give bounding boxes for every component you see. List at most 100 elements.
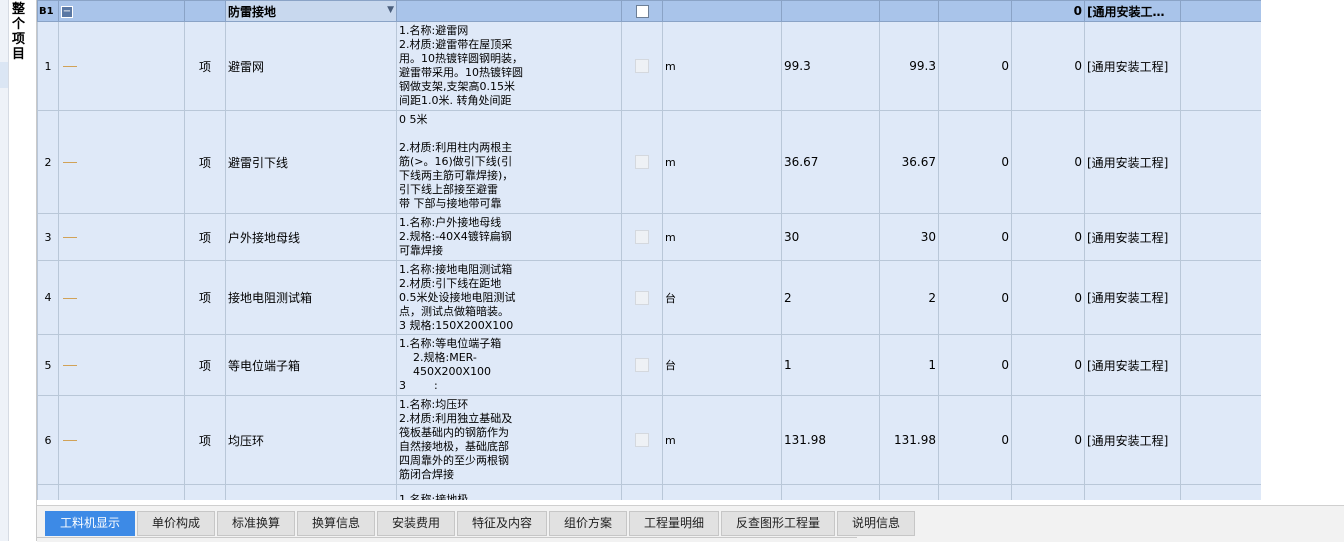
row-qty-expr[interactable]: 99.3	[781, 21, 880, 111]
row-index: 6	[37, 395, 59, 485]
table-row[interactable]: 4 项 接地电阻测试箱 1.名称:接地电阻测试箱 2.材质:引下线在距地 0.5…	[37, 260, 1261, 335]
row-name[interactable]: 避雷引下线	[225, 110, 397, 214]
row-qty: 36.67	[879, 110, 939, 214]
row-unit[interactable]: m	[662, 110, 782, 214]
tree-line-icon	[63, 237, 77, 238]
row-value-2: 0	[1011, 21, 1085, 111]
row-checkbox[interactable]	[635, 230, 649, 245]
row-value-1: 0	[938, 395, 1012, 485]
collapse-icon[interactable]: −	[61, 5, 73, 18]
row-category	[1084, 484, 1181, 500]
row-value-2: 0	[1011, 395, 1085, 485]
row-unit[interactable]: m	[662, 213, 782, 261]
row-unit[interactable]: m	[662, 395, 782, 485]
row-name[interactable]: 接地电阻测试箱	[225, 260, 397, 335]
table-row[interactable]: 2 项 避雷引下线 0 5米 2.材质:利用柱内两根主 筋(>。16)做引下线(…	[37, 110, 1261, 214]
tab-unit-price[interactable]: 单价构成	[137, 511, 215, 536]
table-row[interactable]: 6 项 均压环 1.名称:均压环 2.材质:利用独立基础及 筏板基础内的钢筋作为…	[37, 395, 1261, 485]
tab-pricing-scheme[interactable]: 组价方案	[549, 511, 627, 536]
row-description[interactable]: 1.名称:均压环 2.材质:利用独立基础及 筏板基础内的钢筋作为 自然接地极，基…	[396, 395, 622, 485]
row-type: 项	[184, 21, 226, 111]
row-index: 4	[37, 260, 59, 335]
row-unit[interactable]: 台	[662, 334, 782, 396]
row-value-1: 0	[938, 110, 1012, 214]
tab-standard-conversion[interactable]: 标准换算	[217, 511, 295, 536]
row-value-2: 0	[1011, 260, 1085, 335]
row-name[interactable]: 均压环	[225, 395, 397, 485]
left-strip	[0, 0, 9, 541]
row-description[interactable]: 1.名称:接地极	[396, 484, 622, 500]
group-header-row[interactable]: B1 − 防雷接地 ▼ 0 [通用安装工…	[37, 0, 1261, 22]
row-qty: 99.3	[879, 21, 939, 111]
row-name[interactable]: 避雷网	[225, 21, 397, 111]
row-checkbox[interactable]	[635, 155, 649, 170]
row-checkbox[interactable]	[635, 433, 649, 448]
bottom-tab-bar: 工料机显示 单价构成 标准换算 换算信息 安装费用 特征及内容 组价方案 工程量…	[37, 505, 1344, 542]
row-description[interactable]: 1.名称:接地电阻测试箱 2.材质:引下线在距地 0.5米处设接地电阻测试 点，…	[396, 260, 622, 335]
row-type: 项	[184, 260, 226, 335]
row-unit[interactable]: m	[662, 21, 782, 111]
tab-divider	[37, 537, 857, 538]
dropdown-icon[interactable]: ▼	[387, 5, 394, 15]
group-name-cell[interactable]: 防雷接地 ▼	[225, 0, 397, 22]
row-type: 项	[184, 213, 226, 261]
row-qty: 2	[879, 260, 939, 335]
bill-grid[interactable]: B1 − 防雷接地 ▼ 0 [通用安装工… 1 项 避雷网 1.名称:避雷网 2.…	[37, 0, 1261, 500]
row-qty	[879, 484, 939, 500]
tab-description[interactable]: 说明信息	[837, 511, 915, 536]
row-qty: 30	[879, 213, 939, 261]
tab-conversion-info[interactable]: 换算信息	[297, 511, 375, 536]
row-value-2	[1011, 484, 1085, 500]
row-qty-expr[interactable]: 30	[781, 213, 880, 261]
row-value-1: 0	[938, 334, 1012, 396]
row-qty-expr[interactable]: 2	[781, 260, 880, 335]
row-description[interactable]: 1.名称:等电位端子箱 2.规格:MER- 450X200X100 3 :	[396, 334, 622, 396]
row-unit[interactable]: 台	[662, 260, 782, 335]
left-panel: 整个项目	[0, 0, 37, 541]
tree-line-icon	[63, 365, 77, 366]
row-description[interactable]: 1.名称:户外接地母线 2.规格:-40X4镀锌扁钢 可靠焊接	[396, 213, 622, 261]
row-name[interactable]: 户外接地母线	[225, 213, 397, 261]
table-row[interactable]: 1 项 避雷网 1.名称:避雷网 2.材质:避雷带在屋顶采 用。10热镀锌圆钢明…	[37, 21, 1261, 111]
row-value-2: 0	[1011, 334, 1085, 396]
table-row[interactable]: 3 项 户外接地母线 1.名称:户外接地母线 2.规格:-40X4镀锌扁钢 可靠…	[37, 213, 1261, 261]
row-qty-expr[interactable]: 131.98	[781, 395, 880, 485]
row-type: 项	[184, 395, 226, 485]
group-total: 0	[1011, 0, 1085, 22]
row-qty-expr[interactable]: 36.67	[781, 110, 880, 214]
row-checkbox[interactable]	[635, 290, 649, 305]
row-description[interactable]: 1.名称:避雷网 2.材质:避雷带在屋顶采 用。10热镀锌圆钢明装， 避雷带采用…	[396, 21, 622, 111]
tab-install-cost[interactable]: 安装费用	[377, 511, 455, 536]
tab-labor-material[interactable]: 工料机显示	[45, 511, 135, 536]
row-category: [通用安装工程]	[1084, 21, 1181, 111]
row-index: 3	[37, 213, 59, 261]
row-name[interactable]	[225, 484, 397, 500]
row-category: [通用安装工程]	[1084, 395, 1181, 485]
row-qty-expr[interactable]	[781, 484, 880, 500]
table-row[interactable]: 5 项 等电位端子箱 1.名称:等电位端子箱 2.规格:MER- 450X200…	[37, 334, 1261, 396]
row-qty: 131.98	[879, 395, 939, 485]
row-value-1: 0	[938, 21, 1012, 111]
group-name: 防雷接地	[228, 4, 277, 19]
group-checkbox[interactable]	[635, 5, 649, 18]
empty-area	[1261, 0, 1344, 505]
row-name[interactable]: 等电位端子箱	[225, 334, 397, 396]
group-code: B1	[37, 0, 59, 22]
row-checkbox[interactable]	[635, 59, 649, 74]
table-row[interactable]: 1.名称:接地极	[37, 484, 1261, 500]
row-checkbox[interactable]	[635, 358, 649, 373]
row-index: 2	[37, 110, 59, 214]
row-value-2: 0	[1011, 213, 1085, 261]
row-category: [通用安装工程]	[1084, 213, 1181, 261]
project-tree-label[interactable]: 整个项目	[12, 2, 30, 62]
row-category: [通用安装工程]	[1084, 110, 1181, 214]
row-value-1: 0	[938, 213, 1012, 261]
row-description[interactable]: 0 5米 2.材质:利用柱内两根主 筋(>。16)做引下线(引 下线两主筋可靠焊…	[396, 110, 622, 214]
row-category: [通用安装工程]	[1084, 260, 1181, 335]
tab-quantity-detail[interactable]: 工程量明细	[629, 511, 719, 536]
row-qty-expr[interactable]: 1	[781, 334, 880, 396]
tab-reverse-lookup[interactable]: 反查图形工程量	[721, 511, 835, 536]
tab-features[interactable]: 特征及内容	[457, 511, 547, 536]
row-type: 项	[184, 334, 226, 396]
row-unit[interactable]	[662, 484, 782, 500]
